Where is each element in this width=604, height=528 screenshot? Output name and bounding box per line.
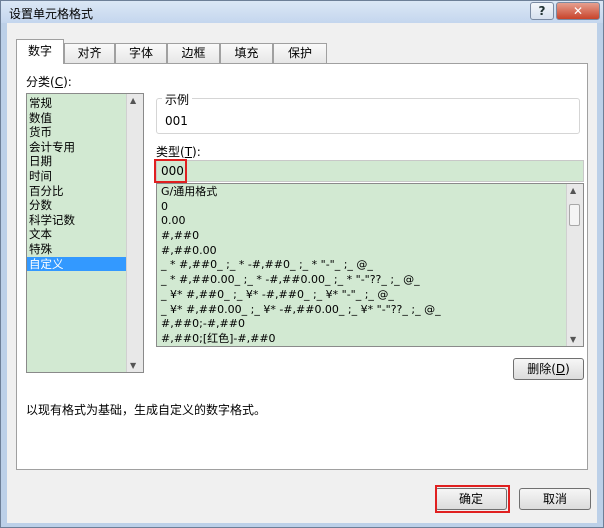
format-item[interactable]: #,##0.00 bbox=[157, 244, 583, 259]
category-item-currency[interactable]: 货币 bbox=[27, 125, 126, 140]
sample-value: 001 bbox=[165, 114, 188, 128]
scroll-thumb[interactable] bbox=[569, 204, 580, 226]
close-button[interactable]: ✕ bbox=[556, 2, 600, 20]
dialog-body: 数字 对齐 字体 边框 填充 保护 分类(C): 常规 数值 货币 会计专用 日… bbox=[7, 23, 597, 523]
cancel-button[interactable]: 取消 bbox=[519, 488, 591, 510]
format-item[interactable]: _ * #,##0.00_ ;_ * -#,##0.00_ ;_ * "-"??… bbox=[157, 273, 583, 288]
category-item-percentage[interactable]: 百分比 bbox=[27, 184, 126, 199]
tab-number[interactable]: 数字 bbox=[16, 39, 64, 64]
category-item-number[interactable]: 数值 bbox=[27, 111, 126, 126]
sample-group bbox=[156, 98, 580, 134]
delete-button[interactable]: 删除(D) bbox=[513, 358, 584, 380]
scroll-down-arrow-icon[interactable]: ▼ bbox=[570, 335, 576, 344]
sample-label: 示例 bbox=[162, 91, 193, 108]
category-item-date[interactable]: 日期 bbox=[27, 154, 126, 169]
category-item-special[interactable]: 特殊 bbox=[27, 242, 126, 257]
format-item[interactable]: #,##0 bbox=[157, 229, 583, 244]
format-item[interactable]: 0 bbox=[157, 200, 583, 215]
tab-fill[interactable]: 填充 bbox=[220, 43, 273, 63]
category-item-general[interactable]: 常规 bbox=[27, 96, 126, 111]
format-list[interactable]: G/通用格式 0 0.00 #,##0 #,##0.00 _ * #,##0_ … bbox=[156, 183, 584, 347]
format-item[interactable]: #,##0;-#,##0 bbox=[157, 317, 583, 332]
category-item-accounting[interactable]: 会计专用 bbox=[27, 140, 126, 155]
tab-border[interactable]: 边框 bbox=[167, 43, 220, 63]
tab-font[interactable]: 字体 bbox=[115, 43, 167, 63]
category-list[interactable]: 常规 数值 货币 会计专用 日期 时间 百分比 分数 科学记数 文本 特殊 自定… bbox=[26, 93, 144, 373]
dialog-title: 设置单元格格式 bbox=[9, 7, 94, 21]
format-item[interactable]: _ * #,##0_ ;_ * -#,##0_ ;_ * "-"_ ;_ @_ bbox=[157, 258, 583, 273]
category-scrollbar[interactable]: ▲ ▼ bbox=[126, 94, 143, 372]
category-item-custom[interactable]: 自定义 bbox=[27, 256, 126, 272]
format-scrollbar[interactable]: ▲ ▼ bbox=[566, 184, 583, 346]
title-bar[interactable]: 设置单元格格式 ? ✕ bbox=[1, 1, 603, 23]
description-text: 以现有格式为基础，生成自定义的数字格式。 bbox=[26, 403, 267, 417]
category-label: 分类(C): bbox=[26, 75, 72, 89]
category-item-text[interactable]: 文本 bbox=[27, 227, 126, 242]
scroll-up-arrow-icon[interactable]: ▲ bbox=[130, 96, 136, 105]
scroll-down-arrow-icon[interactable]: ▼ bbox=[130, 361, 136, 370]
tab-alignment[interactable]: 对齐 bbox=[64, 43, 115, 63]
help-button[interactable]: ? bbox=[530, 2, 554, 20]
type-input-highlight bbox=[154, 159, 187, 183]
format-cells-dialog: 设置单元格格式 ? ✕ 数字 对齐 字体 边框 填充 保护 分类(C): 常规 … bbox=[0, 0, 604, 528]
format-item[interactable]: G/通用格式 bbox=[157, 185, 583, 200]
format-item[interactable]: _ ¥* #,##0_ ;_ ¥* -#,##0_ ;_ ¥* "-"_ ;_ … bbox=[157, 288, 583, 303]
type-label: 类型(T): bbox=[156, 145, 201, 159]
ok-button-highlight bbox=[435, 485, 510, 513]
category-item-time[interactable]: 时间 bbox=[27, 169, 126, 184]
format-item[interactable]: #,##0;[红色]-#,##0 bbox=[157, 332, 583, 346]
category-item-scientific[interactable]: 科学记数 bbox=[27, 213, 126, 228]
category-item-fraction[interactable]: 分数 bbox=[27, 198, 126, 213]
scroll-up-arrow-icon[interactable]: ▲ bbox=[570, 186, 576, 195]
type-input[interactable]: 000 bbox=[156, 160, 584, 182]
format-item[interactable]: 0.00 bbox=[157, 214, 583, 229]
format-item[interactable]: _ ¥* #,##0.00_ ;_ ¥* -#,##0.00_ ;_ ¥* "-… bbox=[157, 303, 583, 318]
number-tab-panel: 分类(C): 常规 数值 货币 会计专用 日期 时间 百分比 分数 科学记数 文… bbox=[16, 63, 588, 470]
tab-protection[interactable]: 保护 bbox=[273, 43, 327, 63]
